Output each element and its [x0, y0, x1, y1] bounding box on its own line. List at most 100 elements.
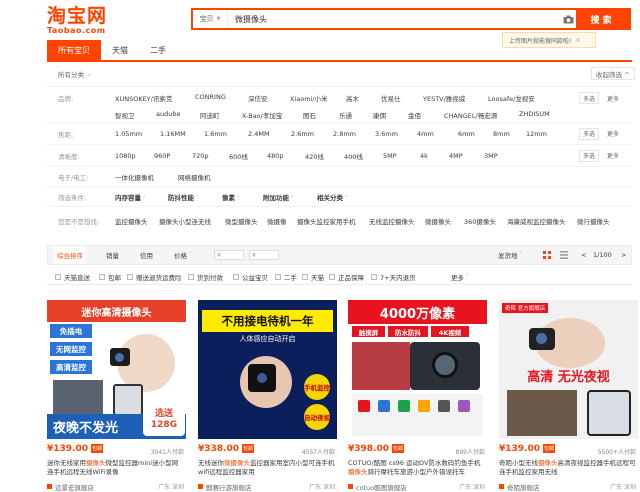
brand-option[interactable]: CHANGEL/畅宏源 [444, 110, 497, 120]
checkbox-genuine[interactable]: 正品保障 [329, 272, 364, 282]
product-image[interactable]: 奇陌 官方旗舰店 高清 无光夜视 [499, 300, 638, 439]
related-search-link[interactable]: 摄像头小型连无线 [159, 216, 211, 226]
focal-option[interactable]: 1.05mm [115, 130, 142, 138]
brand-option[interactable]: 乐通 [339, 110, 352, 120]
product-title[interactable]: 奇陌小型无线摄像头高清夜视监控器手机远程可连手机监控家用无线 [499, 459, 636, 477]
related-search-link[interactable]: 无线监控摄像头 [369, 216, 415, 226]
shop-name[interactable]: 远景宏旗舰店 [55, 482, 94, 492]
checkbox-return-insurance[interactable]: 赠送退货运费险 [127, 272, 182, 282]
resolution-option[interactable]: 600线 [229, 151, 248, 161]
product-card[interactable]: 迷你高清摄像头 免插电 无网监控 高清监控 夜晚不发光 选送 128G ¥139… [47, 300, 186, 492]
focal-option[interactable]: 8mm [493, 130, 510, 138]
brand-option[interactable]: YESTV/雅视威 [423, 93, 465, 103]
multi-select-button[interactable]: 多选 [579, 149, 600, 162]
resolution-option[interactable]: 1080p [115, 152, 136, 160]
related-search-link[interactable]: 微型摄像头 [225, 216, 258, 226]
focal-option[interactable]: 12mm [526, 130, 547, 138]
prev-page-button[interactable]: < [581, 246, 586, 264]
image-search-button[interactable] [560, 10, 576, 28]
related-search-link[interactable]: 监控摄像头 [115, 216, 148, 226]
product-card[interactable]: 4000万像素 触摸屏 防水防抖 4K视频 ¥398.00 包邮 899人付款 C… [348, 300, 487, 492]
search-scope-select[interactable]: 宝贝 ▼ [193, 10, 228, 28]
checkbox-tmall-direct[interactable]: 天猫直送 [55, 272, 90, 282]
related-search-link[interactable]: 360摄像头 [464, 216, 496, 226]
brand-option[interactable]: Loosafe/龙视安 [488, 93, 535, 103]
shop-name[interactable]: 奇陌旗舰店 [507, 482, 540, 492]
focal-option[interactable]: 2.8mm [333, 130, 356, 138]
close-icon[interactable]: × [575, 37, 580, 44]
focal-option[interactable]: 6mm [458, 130, 475, 138]
brand-option[interactable]: CONRING [195, 93, 226, 101]
brand-option[interactable]: 深信安 [248, 93, 268, 103]
focal-option[interactable]: 2.6mm [291, 130, 314, 138]
search-input[interactable] [228, 10, 560, 28]
focal-option[interactable]: 2.4MM [248, 130, 270, 138]
resolution-option[interactable]: 5MP [383, 152, 397, 160]
criteria-dropdown[interactable]: 内存容量 ˅ [115, 192, 146, 202]
checkbox-charity[interactable]: 公益宝贝 [233, 272, 268, 282]
product-card[interactable]: 奇陌 官方旗舰店 高清 无光夜视 ¥139.00 包邮 5500+人付款 奇陌小型… [499, 300, 638, 492]
price-to-input[interactable]: ¥ [249, 250, 279, 260]
checks-more-button[interactable]: 更多 ˅ [451, 272, 469, 282]
brand-option[interactable]: XUNSOKEY/讯索克 [115, 93, 172, 103]
checkbox-second-hand[interactable]: 二手 [275, 272, 297, 282]
sort-credit[interactable]: 信用 [140, 246, 153, 264]
related-search-link[interactable]: 微行摄像头 [577, 216, 610, 226]
product-image[interactable]: 4000万像素 触摸屏 防水防抖 4K视频 [348, 300, 487, 439]
product-image[interactable]: 迷你高清摄像头 免插电 无网监控 高清监控 夜晚不发光 选送 128G [47, 300, 186, 439]
brand-option[interactable]: 金佰 [408, 110, 421, 120]
multi-select-button[interactable]: 多选 [579, 92, 600, 104]
focal-option[interactable]: 1.6mm [204, 130, 227, 138]
more-button[interactable]: 更多 [607, 94, 619, 103]
checkbox-cod[interactable]: 货到付款 [188, 272, 223, 282]
more-button[interactable]: 更多 [607, 129, 619, 138]
focal-option[interactable]: 3.6mm [375, 130, 398, 138]
resolution-option[interactable]: 480p [267, 152, 284, 160]
product-title[interactable]: 无线迷你微摄像头监控器家用室内小型可连手机wifi远程监控器家用 [198, 459, 335, 477]
brand-option[interactable]: 康佣 [373, 110, 386, 120]
brand-option[interactable]: Xiaomi/小米 [290, 93, 328, 103]
product-title[interactable]: 迷你无线家用摄像头微型监控器mini迷小型网连手机远程无线WiFi录像 [47, 459, 184, 477]
grid-view-toggle[interactable] [543, 246, 551, 264]
checkbox-tmall[interactable]: 天猫 [302, 272, 324, 282]
electronics-option[interactable]: 一体化摄像机 [115, 172, 154, 182]
criteria-dropdown[interactable]: 相关分类 ˅ [317, 192, 348, 202]
search-button[interactable]: 搜索 [576, 10, 629, 28]
collapse-filters-button[interactable]: 收起筛选 ^ [591, 67, 635, 80]
checkbox-free-shipping[interactable]: 包邮 [99, 272, 121, 282]
brand-option[interactable]: 阿迪町 [200, 110, 220, 120]
list-view-toggle[interactable] [560, 246, 568, 264]
focal-option[interactable]: 4mm [417, 130, 434, 138]
ship-from-select[interactable]: 发货地 ˅ [498, 246, 522, 264]
resolution-option[interactable]: 720p [192, 152, 209, 160]
brand-option[interactable]: 高木 [346, 93, 359, 103]
tab-second-hand[interactable]: 二手 [139, 40, 177, 60]
resolution-option[interactable]: 420线 [305, 151, 324, 161]
resolution-option[interactable]: 400线 [344, 151, 363, 161]
product-image[interactable]: 不用接电待机一年 人体感应自动开启 手机监控 自动夜视 [198, 300, 337, 439]
related-search-link[interactable]: 摄像头监控家用手机 [297, 216, 356, 226]
brand-option[interactable]: 图石 [303, 110, 316, 120]
checkbox-7day-return[interactable]: 7+天内退货 [371, 272, 416, 282]
brand-option[interactable]: audube [156, 110, 180, 118]
resolution-option[interactable]: 4k [420, 152, 428, 160]
taobao-logo[interactable]: 淘宝网 Taobao.com [47, 6, 107, 36]
criteria-dropdown[interactable]: 像素 ˅ [222, 192, 240, 202]
related-search-link[interactable]: 微摄像头 [425, 216, 451, 226]
related-search-link[interactable]: 海康威视监控摄像头 [507, 216, 566, 226]
sort-default[interactable]: 综合排序 [54, 246, 86, 264]
resolution-option[interactable]: 960P [154, 152, 170, 160]
shop-name[interactable]: 麒赛行游旗舰店 [206, 482, 252, 492]
product-title[interactable]: COTUO/酷图 cs96 运动DV防水数码钓鱼手机摄像头骑行摩托车旅游小型户外… [348, 459, 485, 477]
resolution-option[interactable]: 3MP [484, 152, 498, 160]
brand-option[interactable]: ZHDISUM [519, 110, 550, 118]
focal-option[interactable]: 1.16MM [160, 130, 186, 138]
multi-select-button[interactable]: 多选 [579, 127, 600, 140]
next-page-button[interactable]: > [621, 246, 626, 264]
electronics-option[interactable]: 网络摄像机 [178, 172, 211, 182]
price-from-input[interactable]: ¥ [214, 250, 244, 260]
brand-option[interactable]: X-Bao/孝加宝 [242, 110, 282, 120]
tab-all-items[interactable]: 所有宝贝 [47, 40, 101, 60]
product-card[interactable]: 不用接电待机一年 人体感应自动开启 手机监控 自动夜视 ¥338.00 包邮 45… [198, 300, 337, 492]
sort-sales[interactable]: 销量 [106, 246, 119, 264]
